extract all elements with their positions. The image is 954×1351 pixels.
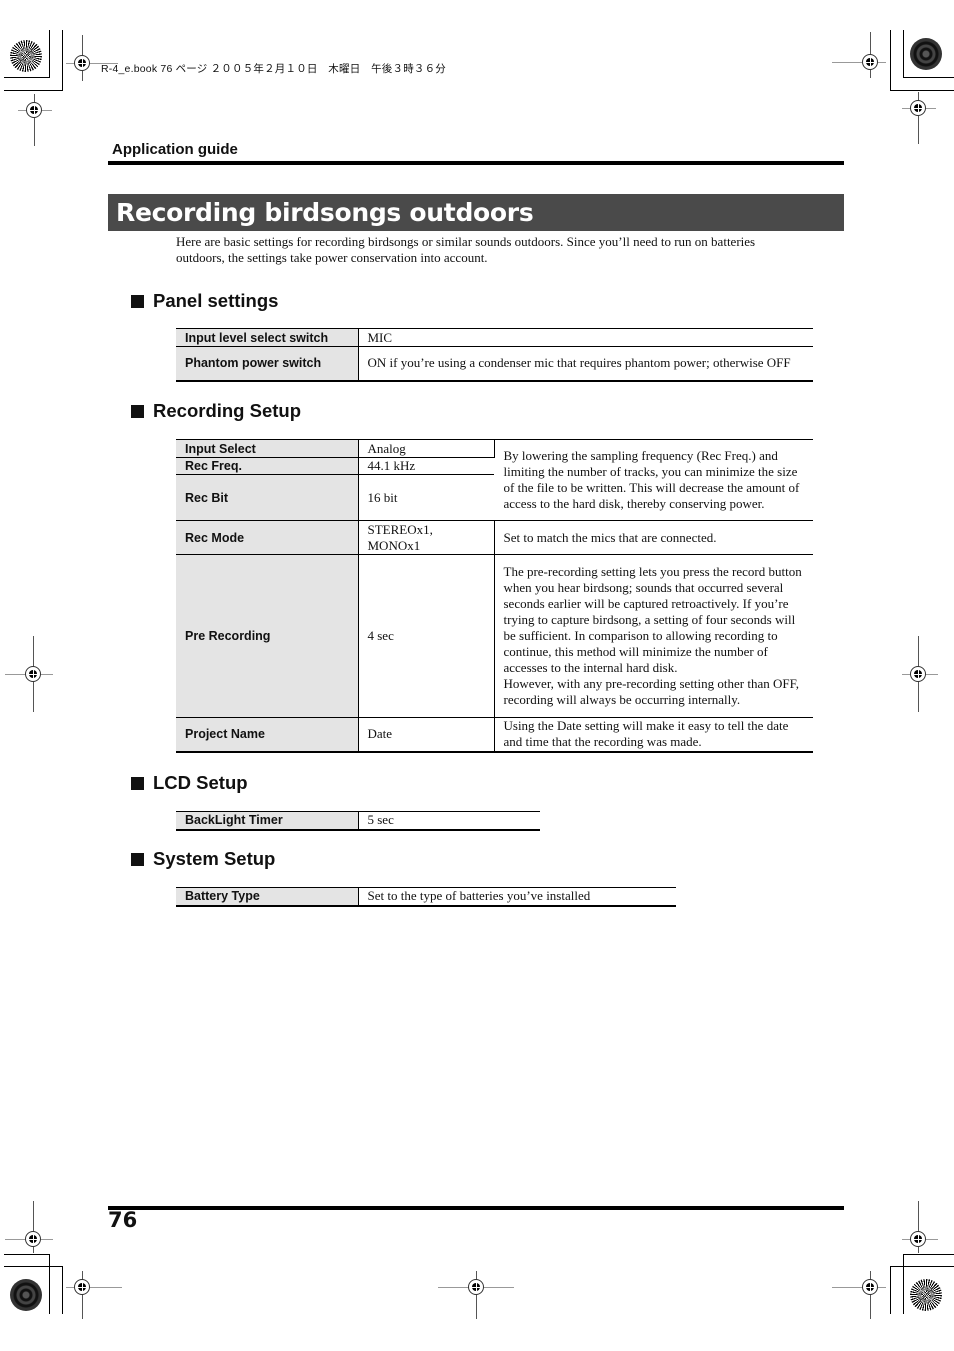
table-row: BackLight Timer 5 sec	[176, 811, 540, 830]
table-row: Pre Recording 4 sec The pre-recording se…	[176, 554, 813, 718]
section-heading-text: System Setup	[153, 848, 276, 869]
panel-settings-table: Input level select switch MIC Phantom po…	[176, 328, 813, 382]
section-heading-panel: Panel settings	[131, 290, 278, 312]
crop-mark	[4, 77, 50, 78]
setting-name: Input level select switch	[176, 328, 359, 347]
setting-value: Analog	[358, 439, 495, 458]
setting-value: MIC	[367, 329, 393, 345]
registration-target-icon	[910, 1279, 942, 1311]
setting-value: STEREOx1, MONOx1	[358, 520, 495, 555]
section-heading-text: Recording Setup	[153, 400, 302, 421]
square-bullet-icon	[131, 404, 144, 418]
crop-mark	[890, 1266, 954, 1267]
setting-name: Input Select	[176, 439, 359, 458]
system-setup-table: Battery Type Set to the type of batterie…	[176, 887, 676, 907]
setting-name: Phantom power switch	[176, 346, 359, 381]
setting-value: 4 sec	[358, 554, 495, 718]
setting-name: Rec Bit	[176, 474, 359, 521]
crop-mark	[890, 90, 954, 91]
registration-target-icon	[10, 1279, 42, 1311]
setting-value: Date	[358, 717, 495, 752]
registration-target-icon	[910, 38, 942, 70]
setting-value: 44.1 kHz	[367, 458, 416, 473]
setting-value: 5 sec	[367, 812, 394, 828]
crop-mark	[903, 1254, 954, 1255]
section-heading-text: Panel settings	[153, 290, 279, 311]
square-bullet-icon	[131, 852, 144, 866]
crop-mark	[903, 1254, 904, 1314]
square-bullet-icon	[131, 776, 144, 790]
setting-note: Set to match the mics that are connected…	[503, 529, 717, 545]
section-heading-system: System Setup	[131, 848, 275, 870]
setting-note: Using the Date setting will make it easy…	[503, 718, 789, 750]
setting-note: The pre-recording setting lets you press…	[494, 555, 813, 718]
crop-mark	[890, 1266, 891, 1314]
crop-mark	[890, 30, 891, 90]
crop-mark	[4, 1254, 50, 1255]
setting-note: By lowering the sampling frequency (Rec …	[503, 448, 800, 511]
crop-mark	[62, 30, 63, 90]
crop-mark	[49, 30, 50, 78]
crop-mark	[4, 90, 63, 91]
crop-mark	[903, 30, 904, 78]
note-paragraph: However, with any pre-recording setting …	[503, 676, 800, 707]
recording-setup-table: Input Select Analog By lowering the samp…	[176, 439, 813, 753]
section-heading-text: LCD Setup	[153, 772, 248, 793]
table-row: Input Select Analog By lowering the samp…	[176, 439, 813, 511]
setting-name: Project Name	[176, 717, 359, 752]
running-head: Application guide	[112, 141, 238, 158]
table-row: Project Name Date Using the Date setting…	[176, 717, 813, 752]
title-bar: Recording birdsongs outdoors	[108, 194, 844, 231]
table-row: Rec Mode STEREOx1, MONOx1 Set to match t…	[176, 520, 813, 555]
lcd-setup-table: BackLight Timer 5 sec	[176, 811, 540, 831]
print-header: R-4_e.book 76 ページ ２００５年２月１０日 木曜日 午後３時３６分	[101, 63, 447, 75]
setting-name: Pre Recording	[176, 554, 359, 718]
section-heading-recording: Recording Setup	[131, 400, 301, 422]
footer-rule	[108, 1206, 844, 1210]
crop-mark	[62, 1266, 63, 1314]
table-row: Phantom power switch ON if you’re using …	[176, 346, 813, 381]
page-number: 76	[108, 1208, 138, 1232]
setting-value: 16 bit	[367, 489, 398, 505]
setting-name: Rec Mode	[176, 520, 359, 555]
crop-mark	[4, 1266, 63, 1267]
intro-paragraph: Here are basic settings for recording bi…	[176, 234, 756, 265]
crop-mark	[49, 1254, 50, 1314]
section-heading-lcd: LCD Setup	[131, 772, 248, 794]
setting-value: ON if you’re using a condenser mic that …	[367, 355, 791, 371]
table-row: Input level select switch MIC	[176, 328, 813, 347]
registration-target-icon	[10, 40, 42, 72]
setting-name: BackLight Timer	[176, 811, 359, 830]
setting-name: Rec Freq.	[176, 457, 359, 475]
page-title: Recording birdsongs outdoors	[116, 198, 534, 227]
header-rule	[108, 161, 844, 165]
setting-name: Battery Type	[176, 887, 359, 906]
table-row: Battery Type Set to the type of batterie…	[176, 887, 676, 906]
setting-value: Set to the type of batteries you’ve inst…	[367, 888, 591, 904]
note-paragraph: The pre-recording setting lets you press…	[503, 564, 802, 675]
crop-mark	[903, 77, 954, 78]
square-bullet-icon	[131, 294, 144, 308]
